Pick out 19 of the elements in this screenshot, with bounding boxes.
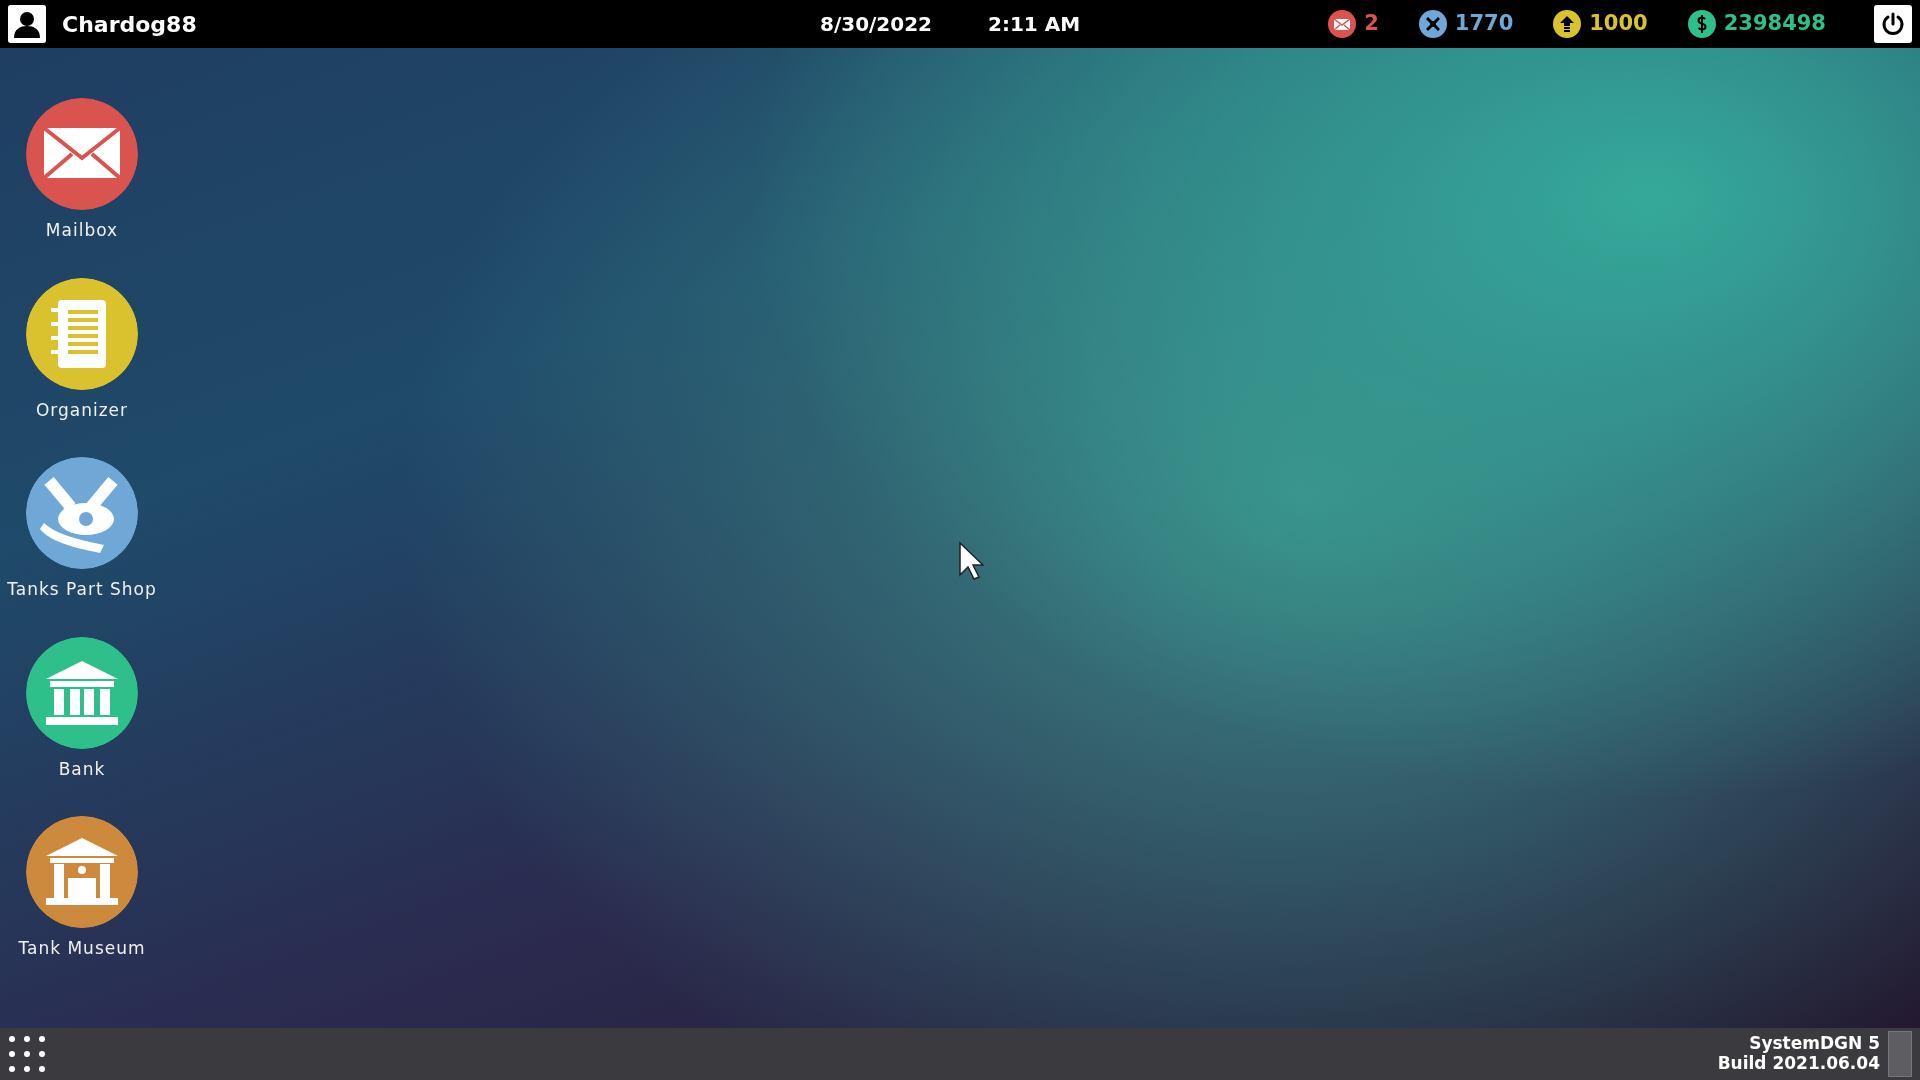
power-button[interactable] [1874,5,1912,43]
desktop-shortcut[interactable]: Mailbox [0,98,164,244]
counter-value: 1000 [1589,10,1648,38]
desktop-shortcut[interactable]: Tank Museum [0,816,164,962]
desktop-shortcut[interactable]: Bank [0,636,164,782]
build-text: Build 2021.06.04 [1717,1054,1880,1074]
app-grid-icon[interactable] [8,1035,46,1073]
desktop-shortcut[interactable]: Organizer [0,277,164,423]
desktop-shortcut[interactable]: Tanks Part Shop [0,457,164,603]
date-text: 8/30/2022 [820,11,933,38]
time-text: 2:11 AM [988,11,1081,38]
user-avatar-icon[interactable] [8,5,46,43]
power-icon [1880,11,1906,37]
counter-value: 1770 [1454,10,1514,38]
system-name: SystemDGN 5 [1749,1034,1880,1054]
mouse-pointer-icon [958,541,984,581]
username: Chardog88 [62,10,197,39]
counter-value: 2398498 [1723,10,1826,38]
counter-value: 2 [1364,10,1379,38]
